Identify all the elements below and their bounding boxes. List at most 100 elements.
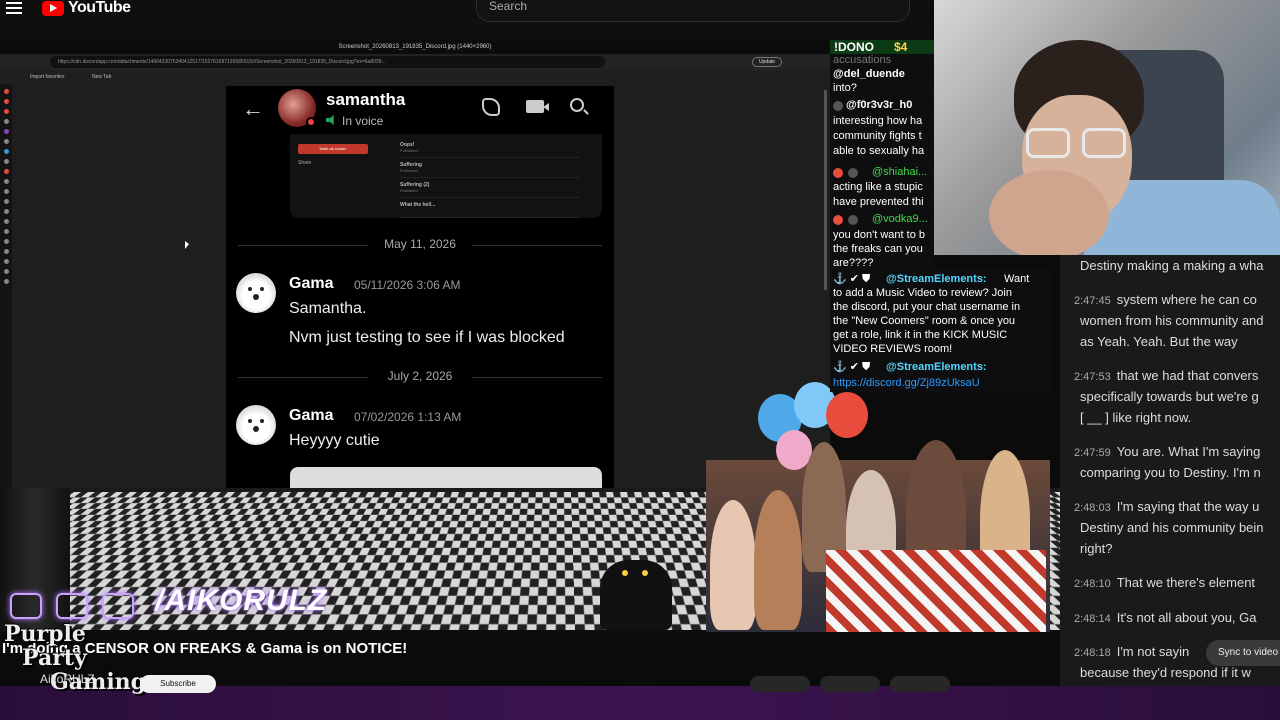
save-button[interactable] [890,676,950,692]
chat-line: acting like a stupic [833,181,923,193]
hamburger-menu-icon[interactable] [6,0,22,14]
sidebar-icon[interactable] [3,99,9,104]
embed-row: Suffering Published [400,162,580,178]
sidebar-icon[interactable] [3,279,9,284]
youtube-play-icon [42,0,64,16]
avatar[interactable] [236,273,276,313]
browser-address-bar: https://cdn.discordapp.com/attachments/1… [0,54,830,70]
embedded-image[interactable] [290,467,602,488]
transcript-line[interactable]: 2:48:14 It's not all about you, Ga [1074,607,1280,630]
embed-row: What the hell... [400,202,580,218]
chat-username: @vodka9... [872,213,928,225]
chat-badge-icon [833,168,843,178]
youtube-icon [56,593,88,619]
chat-line: are???? [833,257,874,269]
search-input[interactable]: Search [476,0,910,22]
channel-name[interactable]: AikoRULZ [40,672,95,686]
embedded-image[interactable]: Mark as reader Share Oops! Published Suff… [290,134,602,218]
sidebar-icon[interactable] [3,199,9,204]
like-button[interactable] [750,676,810,692]
se-message-line: the discord, put your chat username in [833,301,1021,313]
transcript-line[interactable]: 2:48:10 That we there's element [1074,572,1280,595]
dm-header: ← samantha In voice [226,86,614,134]
chat-badge-icon [833,101,843,111]
transcript-line[interactable]: as Yeah. Yeah. But the way [1074,331,1280,354]
transcript-line[interactable]: right? [1074,538,1280,561]
se-message-line: to add a Music Video to review? Join [833,287,1012,299]
party-table [826,550,1046,632]
transcript-line[interactable]: 2:47:53 that we had that convers [1074,365,1280,388]
bookmark-new-tab[interactable]: New Tab [92,74,111,80]
browser-window-title: Screenshot_20260813_191835_Discord.jpg (… [0,40,830,54]
message-text: Samantha. [289,300,367,317]
avatar[interactable] [236,405,276,445]
url-field[interactable]: https://cdn.discordapp.com/attachments/1… [50,56,605,68]
transcript-line[interactable]: 2:47:59 You are. What I'm saying [1074,441,1280,464]
sidebar-icon[interactable] [3,119,9,124]
sidebar-icon[interactable] [3,169,9,174]
social-handle: /AIKORULZ [155,584,328,617]
message-author[interactable]: Gama [289,275,333,293]
mouse-cursor-icon [185,241,189,249]
se-link[interactable]: https://discord.gg/Zj89zUksaU [833,376,980,390]
twitch-icon [102,593,134,619]
chat-scrollbar[interactable] [824,90,827,290]
se-message-line: VIDEO REVIEWS room! [833,343,953,355]
message-timestamp: 05/11/2026 3:06 AM [354,278,461,292]
chat-line: the freaks can you [833,243,923,255]
contact-name[interactable]: samantha [326,90,405,110]
chat-line: have prevented thi [833,196,924,208]
date-divider: July 2, 2026 [238,369,602,385]
chat-line: accusations [833,54,892,66]
subscribe-button[interactable]: Subscribe [140,675,216,693]
sidebar-icon[interactable] [3,159,9,164]
contact-status: In voice [342,114,384,128]
transcript-line[interactable]: Destiny making a making a wha [1074,255,1280,278]
transcript-line[interactable]: 2:48:03 I'm saying that the way u [1074,496,1280,519]
se-message-line: the "New Coomers" room & once you [833,315,1016,327]
sidebar-icon[interactable] [3,219,9,224]
status-dot-icon [306,117,316,127]
avatar[interactable] [278,89,316,127]
transcript-line[interactable]: [ __ ] like right now. [1074,407,1280,430]
purple-party-gaming-logo: Purple Party Gaming [4,621,147,695]
voice-speaker-icon [326,115,334,125]
transcript-line[interactable]: comparing you to Destiny. I'm n [1074,462,1280,485]
chat-badge-icon [848,215,858,225]
transcript-line[interactable]: 2:47:45 system where he can co [1074,289,1280,312]
update-button[interactable]: Update [752,57,782,67]
sidebar-icon[interactable] [3,129,9,134]
party-photo [706,380,1050,632]
sidebar-icon[interactable] [3,89,9,94]
phone-call-icon[interactable] [482,98,500,116]
message-text: Heyyyy cutie [289,432,380,449]
bookmark-import-favorites[interactable]: Import favorites [30,74,64,80]
embed-row: Oops! Published [400,142,580,158]
share-button[interactable] [820,676,880,692]
sidebar-icon[interactable] [3,179,9,184]
browser-sidebar [0,84,12,488]
sync-to-video-button[interactable]: Sync to video [1206,640,1280,666]
sidebar-icon[interactable] [3,249,9,254]
se-message-line: get a role, link it in the KICK MUSIC [833,329,1008,341]
video-call-icon[interactable] [526,100,549,113]
streamer-hand [989,170,1109,255]
transcript-line[interactable]: women from his community and [1074,310,1280,333]
sidebar-icon[interactable] [3,139,9,144]
transcript-line[interactable]: specifically towards but we're g [1074,386,1280,409]
sidebar-icon[interactable] [3,209,9,214]
date-divider: May 11, 2026 [238,237,602,253]
sidebar-icon[interactable] [3,229,9,234]
sidebar-icon[interactable] [3,189,9,194]
transcript-line[interactable]: Destiny and his community bein [1074,517,1280,540]
youtube-logo[interactable]: YouTube [42,0,131,16]
sidebar-icon[interactable] [3,149,9,154]
chat-username: @f0r3v3r_h0 [846,99,913,111]
sidebar-icon[interactable] [3,109,9,114]
search-icon[interactable] [570,98,584,112]
back-arrow-icon[interactable]: ← [242,96,264,122]
sidebar-icon[interactable] [3,259,9,264]
sidebar-icon[interactable] [3,239,9,244]
message-author[interactable]: Gama [289,407,333,425]
sidebar-icon[interactable] [3,269,9,274]
